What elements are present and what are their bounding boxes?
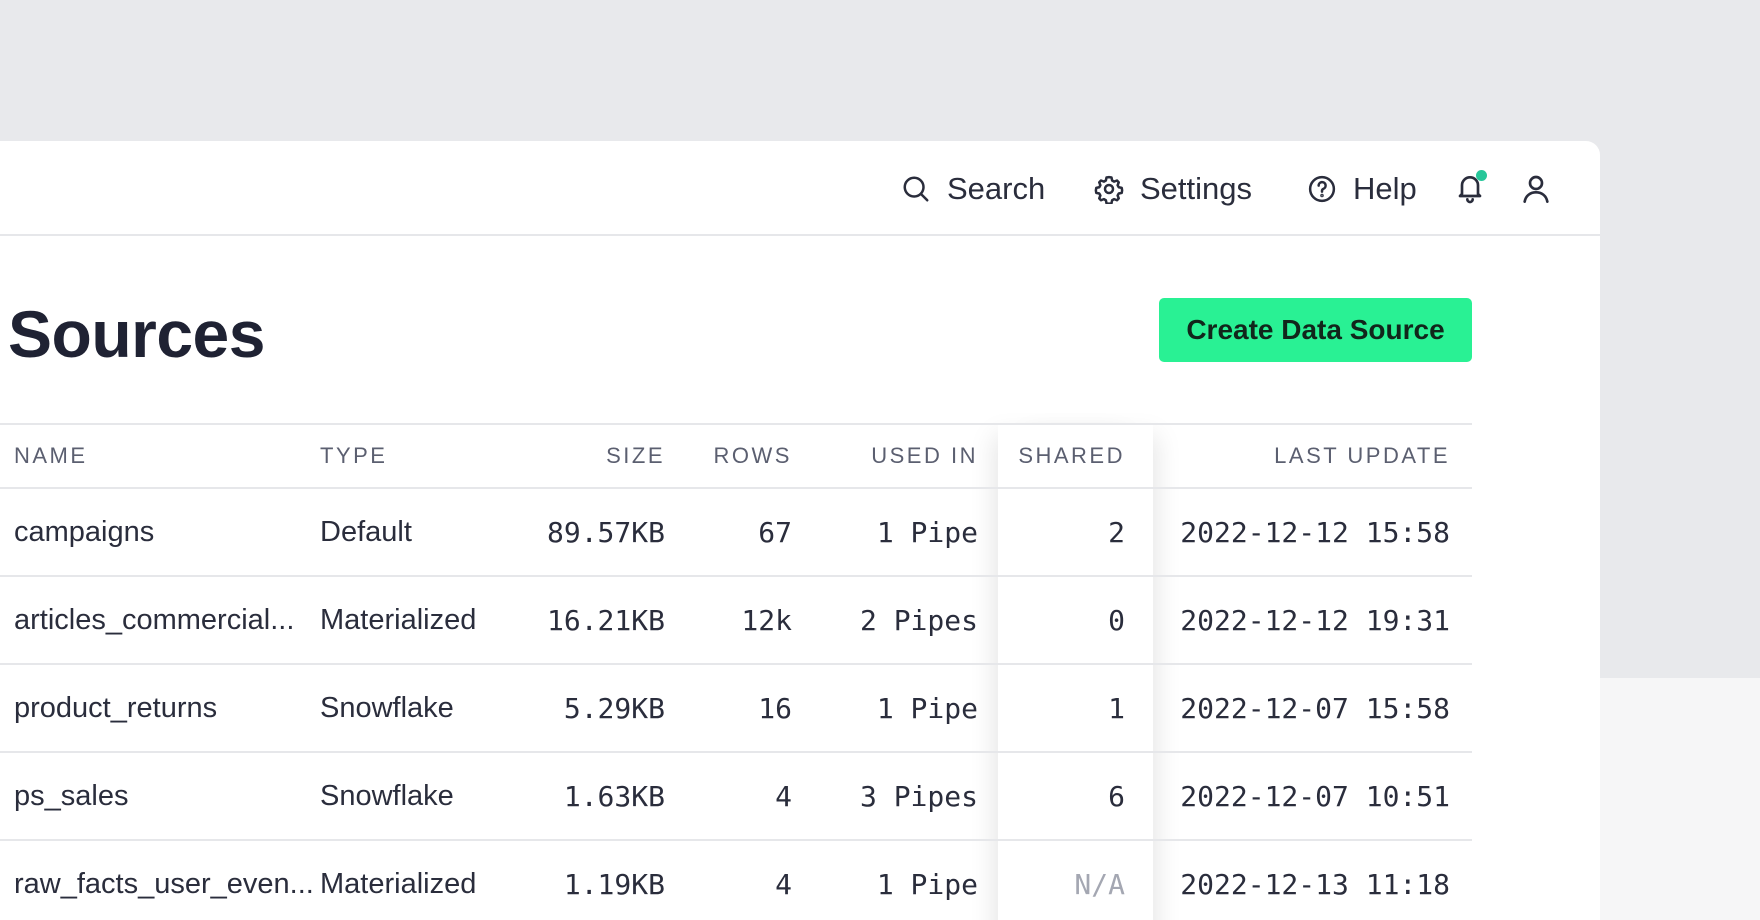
search-label: Search bbox=[947, 170, 1046, 206]
cell-name[interactable]: product_returns bbox=[14, 665, 314, 751]
cell-used-in[interactable]: 2 Pipes bbox=[800, 577, 978, 663]
user-icon bbox=[1520, 173, 1552, 205]
cell-shared: N/A bbox=[1074, 867, 1125, 901]
notification-dot bbox=[1476, 169, 1487, 181]
column-header-rows[interactable]: ROWS bbox=[670, 425, 792, 487]
top-navigation: Search Settings Help bbox=[0, 141, 1600, 236]
cell-rows: 16 bbox=[758, 691, 792, 725]
column-header-last-update[interactable]: LAST UPDATE bbox=[1160, 425, 1450, 487]
help-button[interactable]: Help bbox=[1307, 141, 1417, 236]
cell-used-in[interactable]: 1 Pipe bbox=[800, 841, 978, 920]
cell-type: Default bbox=[320, 515, 412, 548]
table-row[interactable]: product_returns Snowflake 5.29KB 16 1 Pi… bbox=[0, 665, 1472, 753]
page-title: Sources bbox=[8, 297, 265, 371]
column-header-name[interactable]: NAME bbox=[14, 425, 314, 487]
table-header: NAME TYPE SIZE ROWS USED IN SHARED LAST … bbox=[0, 423, 1472, 489]
cell-size: 5.29KB bbox=[563, 691, 665, 725]
search-button[interactable]: Search bbox=[901, 141, 1045, 236]
gear-icon bbox=[1094, 174, 1124, 204]
cell-size: 16.21KB bbox=[546, 603, 665, 637]
cell-size: 1.19KB bbox=[563, 867, 665, 901]
cell-last-update: 2022-12-07 15:58 bbox=[1180, 691, 1450, 725]
cell-name[interactable]: ps_sales bbox=[14, 753, 314, 839]
user-account-button[interactable] bbox=[1520, 141, 1552, 236]
cell-rows: 67 bbox=[758, 515, 792, 549]
cell-type: Materialized bbox=[320, 867, 477, 900]
cell-rows: 12k bbox=[741, 603, 792, 637]
cell-shared: 2 bbox=[1108, 515, 1125, 549]
cell-last-update: 2022-12-13 11:18 bbox=[1180, 867, 1450, 901]
search-icon bbox=[901, 174, 931, 204]
cell-name[interactable]: campaigns bbox=[14, 489, 314, 575]
help-circle-icon bbox=[1307, 174, 1337, 204]
cell-used-in[interactable]: 1 Pipe bbox=[800, 665, 978, 751]
cell-type: Snowflake bbox=[320, 779, 454, 812]
column-header-used-in[interactable]: USED IN bbox=[800, 425, 978, 487]
cell-name[interactable]: articles_commercial... bbox=[14, 577, 314, 663]
cell-last-update: 2022-12-12 15:58 bbox=[1180, 515, 1450, 549]
cell-shared: 6 bbox=[1108, 779, 1125, 813]
settings-label: Settings bbox=[1140, 170, 1253, 206]
cell-size: 1.63KB bbox=[563, 779, 665, 813]
help-label: Help bbox=[1353, 170, 1417, 206]
cell-rows: 4 bbox=[775, 779, 792, 813]
cell-type: Materialized bbox=[320, 603, 477, 636]
main-panel: Search Settings Help Sources Create Data… bbox=[0, 141, 1600, 920]
data-sources-table: NAME TYPE SIZE ROWS USED IN SHARED LAST … bbox=[0, 423, 1472, 920]
cell-used-in[interactable]: 1 Pipe bbox=[800, 489, 978, 575]
column-header-shared[interactable]: SHARED bbox=[998, 425, 1125, 487]
cell-last-update: 2022-12-07 10:51 bbox=[1180, 779, 1450, 813]
table-row[interactable]: articles_commercial... Materialized 16.2… bbox=[0, 577, 1472, 665]
table-row[interactable]: raw_facts_user_even... Materialized 1.19… bbox=[0, 841, 1472, 920]
notifications-button[interactable] bbox=[1454, 141, 1488, 236]
cell-shared: 1 bbox=[1108, 691, 1125, 725]
cell-size: 89.57KB bbox=[546, 515, 665, 549]
cell-last-update: 2022-12-12 19:31 bbox=[1180, 603, 1450, 637]
table-row[interactable]: ps_sales Snowflake 1.63KB 4 3 Pipes 6 20… bbox=[0, 753, 1472, 841]
create-data-source-button[interactable]: Create Data Source bbox=[1159, 298, 1472, 362]
cell-shared: 0 bbox=[1108, 603, 1125, 637]
cell-name[interactable]: raw_facts_user_even... bbox=[14, 841, 314, 920]
table-row[interactable]: campaigns Default 89.57KB 67 1 Pipe 2 20… bbox=[0, 489, 1472, 577]
settings-button[interactable]: Settings bbox=[1094, 141, 1252, 236]
cell-rows: 4 bbox=[775, 867, 792, 901]
cell-type: Snowflake bbox=[320, 691, 454, 724]
cell-used-in[interactable]: 3 Pipes bbox=[800, 753, 978, 839]
column-header-size[interactable]: SIZE bbox=[500, 425, 665, 487]
column-header-type[interactable]: TYPE bbox=[320, 425, 510, 487]
